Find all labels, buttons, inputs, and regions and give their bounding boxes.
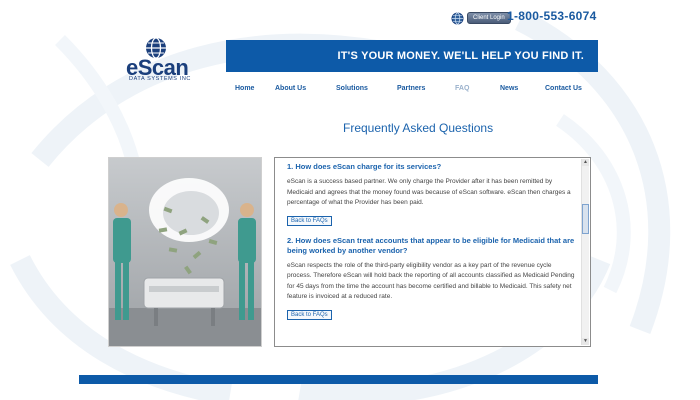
faq-answer: eScan is a success based partner. We onl… xyxy=(287,178,571,206)
nav-solutions[interactable]: Solutions xyxy=(336,85,368,92)
footer-bar xyxy=(79,375,598,384)
phone-number: 1-800-553-6074 xyxy=(507,9,597,23)
photo-illustration xyxy=(109,158,261,346)
nav-news[interactable]: News xyxy=(500,85,518,92)
scroll-up-arrow-icon[interactable]: ▲ xyxy=(582,159,589,166)
logo-subtitle: DATA SYSTEMS INC xyxy=(129,76,191,82)
nav-contact-us[interactable]: Contact Us xyxy=(545,85,582,92)
page-title: Frequently Asked Questions xyxy=(343,121,494,135)
nav-partners[interactable]: Partners xyxy=(397,85,425,92)
nav-home[interactable]: Home xyxy=(235,85,254,92)
scroll-thumb[interactable] xyxy=(582,204,589,234)
faq-item: 1. How does eScan charge for its service… xyxy=(287,162,577,227)
globe-icon xyxy=(451,11,464,25)
tagline-text: IT'S YOUR MONEY. WE'LL HELP YOU FIND IT. xyxy=(337,50,584,62)
scroll-down-arrow-icon[interactable]: ▼ xyxy=(582,338,589,345)
nav-faq[interactable]: FAQ xyxy=(455,85,469,92)
faq-list: 1. How does eScan charge for its service… xyxy=(287,162,577,321)
faq-item: 2. How does eScan treat accounts that ap… xyxy=(287,236,577,321)
faq-scrollbar[interactable]: ▲ ▼ xyxy=(581,159,589,345)
faq-answer: eScan respects the role of the third-par… xyxy=(287,261,575,301)
escan-logo[interactable]: eScan DATA SYSTEMS INC xyxy=(126,36,191,88)
tagline-banner: IT'S YOUR MONEY. WE'LL HELP YOU FIND IT. xyxy=(226,40,598,72)
hospital-money-photo xyxy=(108,157,262,347)
faq-question: 1. How does eScan charge for its service… xyxy=(287,162,442,171)
nav-about-us[interactable]: About Us xyxy=(275,85,306,92)
faq-question: 2. How does eScan treat accounts that ap… xyxy=(287,235,575,255)
back-to-faqs-button[interactable]: Back to FAQs xyxy=(287,215,332,226)
back-to-faqs-button[interactable]: Back to FAQs xyxy=(287,309,332,320)
faq-scroll-panel[interactable]: 1. How does eScan charge for its service… xyxy=(274,157,591,347)
client-login-label[interactable]: Client Login xyxy=(467,12,511,24)
client-login-button[interactable]: Client Login xyxy=(451,10,511,26)
